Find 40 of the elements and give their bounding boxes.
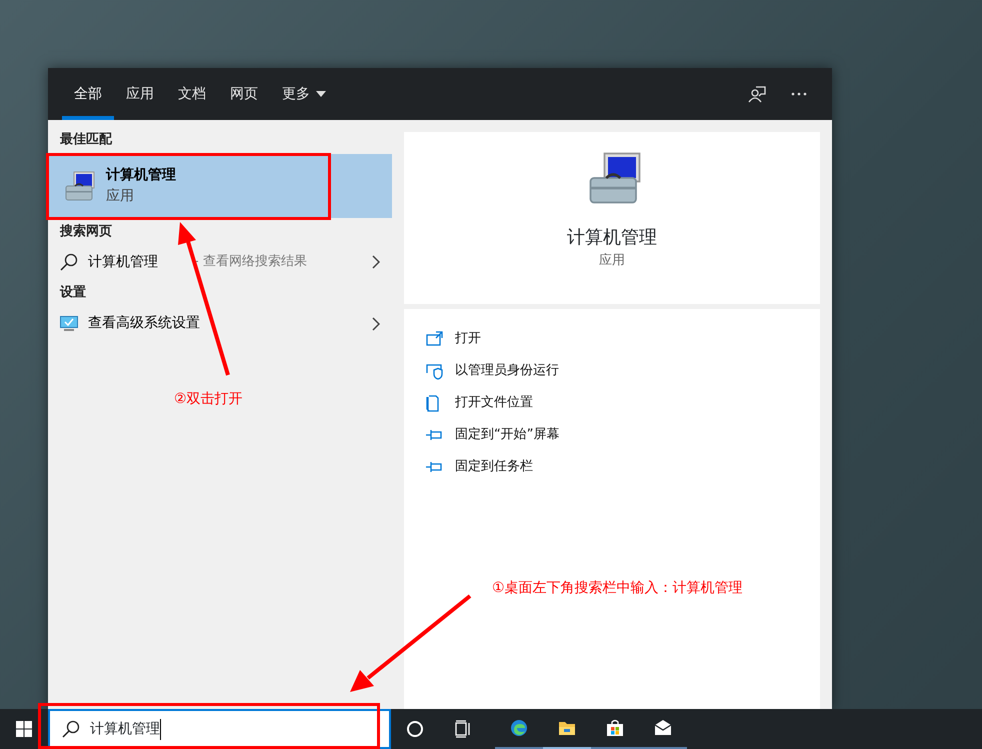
tab[interactable]: 应用 bbox=[114, 68, 166, 120]
action-item[interactable]: 以管理员身份运行 bbox=[426, 355, 559, 387]
search-icon bbox=[62, 720, 80, 738]
chevron-right-icon bbox=[372, 316, 380, 330]
section-heading: 设置 bbox=[58, 284, 87, 302]
result-title: 计算机管理 bbox=[106, 166, 176, 184]
tab[interactable]: 网页 bbox=[218, 68, 270, 120]
windows-logo-icon bbox=[16, 721, 32, 737]
shopping-bag-icon bbox=[606, 719, 624, 737]
task-view-icon bbox=[454, 720, 472, 738]
annotation-text: ②双击打开 bbox=[174, 390, 243, 409]
result-item[interactable]: 计算机管理 应用 bbox=[48, 154, 392, 218]
folder-icon bbox=[558, 719, 576, 737]
detail-type: 应用 bbox=[599, 252, 625, 270]
result-title: 查看高级系统设置 bbox=[88, 314, 200, 333]
result-title: 计算机管理 bbox=[88, 252, 158, 272]
open-window-icon bbox=[426, 330, 443, 348]
search-field[interactable]: 计算机管理 bbox=[48, 709, 391, 749]
circle-icon bbox=[406, 720, 424, 738]
browser-swirl-icon bbox=[510, 719, 528, 737]
annotation-text: ①桌面左下角搜索栏中输入：计算机管理 bbox=[492, 579, 743, 598]
caret-icon bbox=[316, 91, 326, 97]
chevron-right-icon bbox=[372, 255, 380, 269]
section-heading: 搜索网页 bbox=[58, 222, 113, 240]
action-item[interactable]: 打开 bbox=[426, 323, 481, 355]
tab[interactable]: 更多 bbox=[270, 68, 338, 120]
tab[interactable]: 文档 bbox=[166, 68, 218, 120]
result-type: 应用 bbox=[106, 186, 135, 206]
envelope-icon bbox=[654, 719, 672, 737]
ellipsis-icon bbox=[791, 92, 807, 96]
monitor-icon bbox=[60, 316, 78, 332]
shield-icon bbox=[426, 362, 443, 380]
detail-title: 计算机管理 bbox=[567, 226, 657, 250]
action-item[interactable]: 固定到任务栏 bbox=[426, 451, 533, 483]
search-icon bbox=[60, 253, 78, 271]
result-item[interactable]: 查看高级系统设置 bbox=[48, 306, 392, 340]
action-item[interactable]: 打开文件位置 bbox=[426, 387, 533, 419]
action-item[interactable]: 固定到“开始”屏幕 bbox=[426, 419, 560, 451]
section-heading: 最佳匹配 bbox=[59, 131, 114, 149]
feedback-icon bbox=[748, 85, 766, 103]
